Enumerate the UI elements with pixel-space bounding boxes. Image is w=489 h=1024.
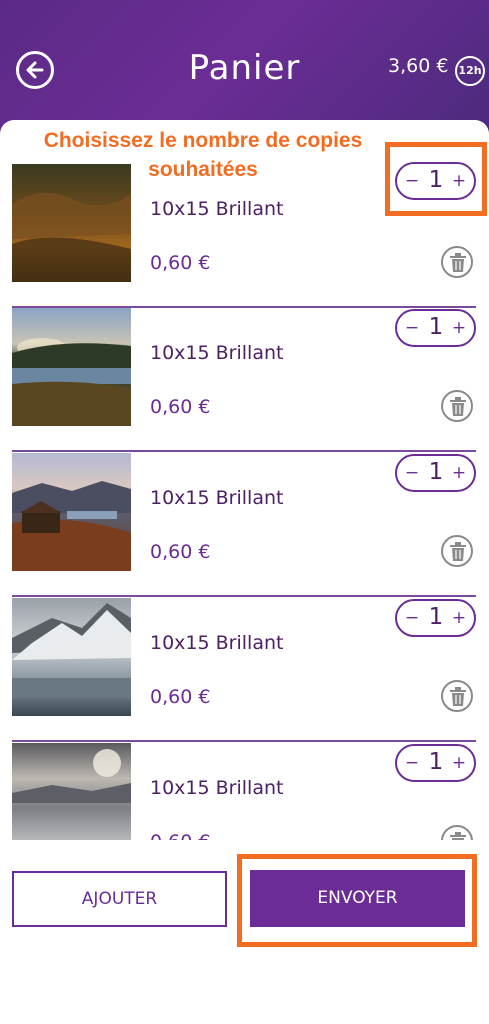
photo-thumbnail — [12, 598, 131, 716]
delete-button[interactable] — [441, 246, 473, 278]
decrease-button[interactable]: − — [403, 608, 421, 628]
decrease-button[interactable]: − — [403, 753, 421, 773]
product-name: 10x15 Brillant — [150, 342, 284, 364]
trash-icon — [450, 687, 466, 706]
trash-icon — [450, 397, 466, 416]
decrease-button[interactable]: − — [403, 463, 421, 483]
item-price: 0,60 € — [150, 252, 211, 274]
quantity-value: 1 — [428, 314, 444, 340]
delete-button[interactable] — [441, 390, 473, 422]
increase-button[interactable]: + — [450, 608, 468, 628]
cart-total: 3,60 € — [388, 55, 449, 77]
cart-item: 10x15 Brillant 0,60 € − 1 + — [12, 742, 476, 840]
item-price: 0,60 € — [150, 541, 211, 563]
item-price: 0,60 € — [150, 396, 211, 418]
trash-icon — [450, 542, 466, 561]
cart-item: 10x15 Brillant 0,60 € − 1 + — [12, 452, 476, 597]
trash-icon — [450, 832, 466, 840]
quantity-stepper: − 1 + — [395, 454, 476, 492]
delivery-delay-badge: 12h — [455, 56, 485, 86]
increase-button[interactable]: + — [450, 318, 468, 338]
quantity-stepper: − 1 + — [395, 744, 476, 782]
product-name: 10x15 Brillant — [150, 198, 284, 220]
product-name: 10x15 Brillant — [150, 487, 284, 509]
photo-thumbnail — [12, 743, 131, 840]
increase-button[interactable]: + — [450, 753, 468, 773]
product-name: 10x15 Brillant — [150, 632, 284, 654]
photo-thumbnail — [12, 308, 131, 426]
photo-thumbnail — [12, 453, 131, 571]
add-button[interactable]: AJOUTER — [12, 871, 227, 927]
delete-button[interactable] — [441, 680, 473, 712]
quantity-stepper: − 1 + — [395, 599, 476, 637]
quantity-value: 1 — [428, 749, 444, 775]
quantity-value: 1 — [428, 459, 444, 485]
cart-item: 10x15 Brillant 0,60 € − 1 + — [12, 597, 476, 742]
delete-button[interactable] — [441, 825, 473, 840]
cart-panel: Choisissez le nombre de copies souhaitée… — [0, 120, 489, 840]
send-highlight-box — [237, 854, 477, 947]
increase-button[interactable]: + — [450, 463, 468, 483]
item-price: 0,60 € — [150, 831, 210, 840]
product-name: 10x15 Brillant — [150, 777, 284, 799]
item-price: 0,60 € — [150, 686, 211, 708]
quantity-highlight-box — [385, 142, 487, 216]
quantity-value: 1 — [428, 604, 444, 630]
photo-thumbnail — [12, 164, 131, 282]
cart-item: 10x15 Brillant 0,60 € − 1 + — [12, 307, 476, 452]
quantity-stepper: − 1 + — [395, 309, 476, 347]
delete-button[interactable] — [441, 535, 473, 567]
decrease-button[interactable]: − — [403, 318, 421, 338]
trash-icon — [450, 253, 466, 272]
